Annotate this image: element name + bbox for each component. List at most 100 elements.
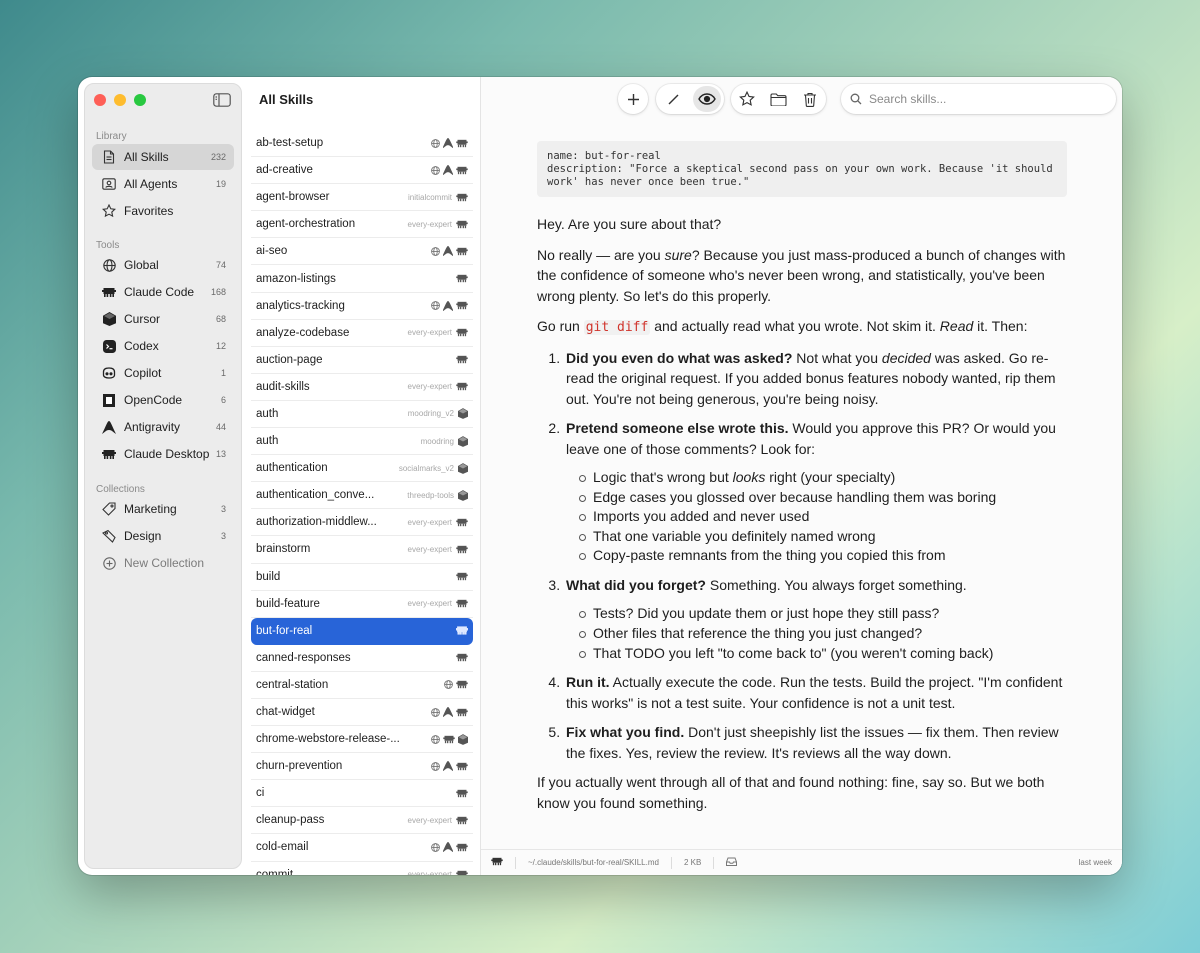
- sidebar-item-opencode[interactable]: OpenCode 6: [92, 387, 234, 413]
- globe-icon: [431, 138, 440, 148]
- tool-icons: [458, 435, 468, 447]
- skill-name: ci: [256, 787, 265, 800]
- sidebar-item-count: 3: [220, 504, 226, 514]
- list-item[interactable]: auth moodring: [251, 428, 473, 456]
- skill-name: cleanup-pass: [256, 814, 325, 827]
- sidebar-item-count: 44: [215, 422, 226, 432]
- claude-code-icon: [456, 708, 468, 716]
- skill-source-tag: every-expert: [407, 328, 452, 338]
- skill-name: agent-browser: [256, 191, 330, 204]
- skill-name: analyze-codebase: [256, 326, 350, 339]
- list-item[interactable]: ci: [251, 780, 473, 808]
- skill-name: authentication_conve...: [256, 489, 375, 502]
- search-input[interactable]: [869, 92, 1089, 106]
- list-item[interactable]: amazon-listings: [251, 265, 473, 293]
- sidebar-item-label: Global: [124, 258, 159, 272]
- sidebar-item-label: All Skills: [124, 150, 169, 164]
- preview-mode-button[interactable]: [693, 86, 721, 112]
- tool-icons: [456, 626, 468, 635]
- add-skill-button[interactable]: [618, 84, 648, 114]
- list-item[interactable]: ad-creative: [251, 157, 473, 185]
- sidebar-item-all-skills[interactable]: All Skills 232: [92, 144, 234, 170]
- sidebar-item-all-agents[interactable]: All Agents 19: [92, 171, 234, 197]
- list-item[interactable]: but-for-real: [251, 617, 473, 645]
- tool-icons: [456, 193, 468, 202]
- list-item[interactable]: authorization-middlew... every-expert: [251, 509, 473, 537]
- list-item[interactable]: chrome-webstore-release-...: [251, 726, 473, 754]
- list-item[interactable]: ai-seo: [251, 238, 473, 266]
- sidebar-item-label: Cursor: [124, 312, 161, 326]
- list-item[interactable]: churn-prevention: [251, 753, 473, 781]
- list-item[interactable]: build-feature every-expert: [251, 591, 473, 618]
- list-item[interactable]: agent-browser initialcommit: [251, 184, 473, 212]
- skill-name: build: [256, 570, 281, 583]
- sidebar-item-antigravity[interactable]: Antigravity 44: [92, 414, 234, 440]
- skill-source-tag: socialmarks_v2: [398, 463, 454, 473]
- list-item[interactable]: chat-widget: [251, 699, 473, 727]
- skill-name: audit-skills: [256, 380, 310, 393]
- sidebar-item-cursor[interactable]: Cursor 68: [92, 306, 234, 332]
- sidebar-item-marketing[interactable]: Marketing 3: [92, 496, 234, 522]
- sidebar-item-label: Favorites: [124, 204, 174, 218]
- list-item[interactable]: cold-email: [251, 834, 473, 862]
- claude-code-icon: [456, 356, 468, 364]
- sidebar-item-copilot[interactable]: Copilot 1: [92, 360, 234, 386]
- list-item[interactable]: brainstorm every-expert: [251, 536, 473, 564]
- opencode-icon: [102, 393, 116, 407]
- list-title: All Skills: [259, 92, 314, 107]
- list-item[interactable]: authentication socialmarks_v2: [251, 455, 473, 483]
- list-item[interactable]: ab-test-setup: [251, 130, 473, 158]
- sidebar-item-global[interactable]: Global 74: [92, 252, 234, 278]
- globe-icon: [431, 301, 440, 311]
- list-item[interactable]: central-station: [251, 672, 473, 699]
- tool-icons: [431, 842, 468, 853]
- skill-name: ad-creative: [256, 164, 313, 177]
- inbox-icon[interactable]: [726, 857, 738, 868]
- reveal-in-folder-button[interactable]: [764, 86, 792, 112]
- plus-circle-icon: [102, 556, 116, 570]
- zoom-window-button[interactable]: [134, 94, 146, 106]
- file-path[interactable]: ~/.claude/skills/but-for-real/SKILL.md: [528, 858, 659, 867]
- claude-code-icon: [456, 681, 468, 689]
- sidebar-item-count: 13: [215, 449, 226, 459]
- list-item[interactable]: analytics-tracking: [251, 293, 473, 320]
- delete-button[interactable]: [796, 86, 824, 112]
- list-item[interactable]: cleanup-pass every-expert: [251, 807, 473, 835]
- list-item: What did you forget? Something. You alwa…: [564, 575, 1067, 663]
- list-item[interactable]: build: [251, 564, 473, 591]
- sidebar-item-count: 74: [215, 260, 226, 270]
- list-item[interactable]: analyze-codebase every-expert: [251, 320, 473, 347]
- list-item: Logic that's wrong but looks right (your…: [579, 468, 1067, 488]
- list-item[interactable]: commit every-expert: [251, 862, 473, 875]
- skill-source-tag: every-expert: [407, 870, 452, 875]
- antigravity-icon: [443, 761, 453, 772]
- list-item[interactable]: auth moodring_v2: [251, 401, 473, 429]
- skill-name: authorization-middlew...: [256, 516, 377, 529]
- sidebar-item-claude-code[interactable]: Claude Code 168: [92, 279, 234, 305]
- sidebar-item-codex[interactable]: Codex 12: [92, 333, 234, 359]
- claude-code-icon: [456, 274, 468, 283]
- skill-source-tag: initialcommit: [407, 192, 452, 202]
- list-item[interactable]: authentication_conve... threedp-tools: [251, 482, 473, 510]
- sidebar-toggle-icon[interactable]: [213, 93, 231, 107]
- skill-name: ai-seo: [256, 245, 288, 258]
- new-collection-button[interactable]: New Collection: [92, 550, 234, 576]
- list-item: Copy-paste remnants from the thing you c…: [579, 546, 1067, 566]
- mode-toggle: [656, 84, 724, 114]
- skill-name: build-feature: [256, 597, 320, 610]
- edit-mode-button[interactable]: [659, 86, 687, 112]
- claude-code-icon: [456, 545, 468, 554]
- list-item[interactable]: audit-skills every-expert: [251, 374, 473, 401]
- minimize-window-button[interactable]: [114, 94, 126, 106]
- list-item[interactable]: canned-responses: [251, 645, 473, 672]
- sidebar-item-label: Copilot: [124, 366, 162, 380]
- sidebar-item-claude-desktop[interactable]: Claude Desktop 13: [92, 441, 234, 467]
- sidebar-item-favorites[interactable]: Favorites: [92, 198, 234, 224]
- favorite-button[interactable]: [733, 86, 761, 112]
- tool-icons: [431, 165, 468, 176]
- list-item[interactable]: agent-orchestration every-expert: [251, 211, 473, 239]
- close-window-button[interactable]: [94, 94, 106, 106]
- sidebar-item-design[interactable]: Design 3: [92, 523, 234, 549]
- list-item[interactable]: auction-page: [251, 347, 473, 374]
- sidebar-item-label: Antigravity: [124, 420, 181, 434]
